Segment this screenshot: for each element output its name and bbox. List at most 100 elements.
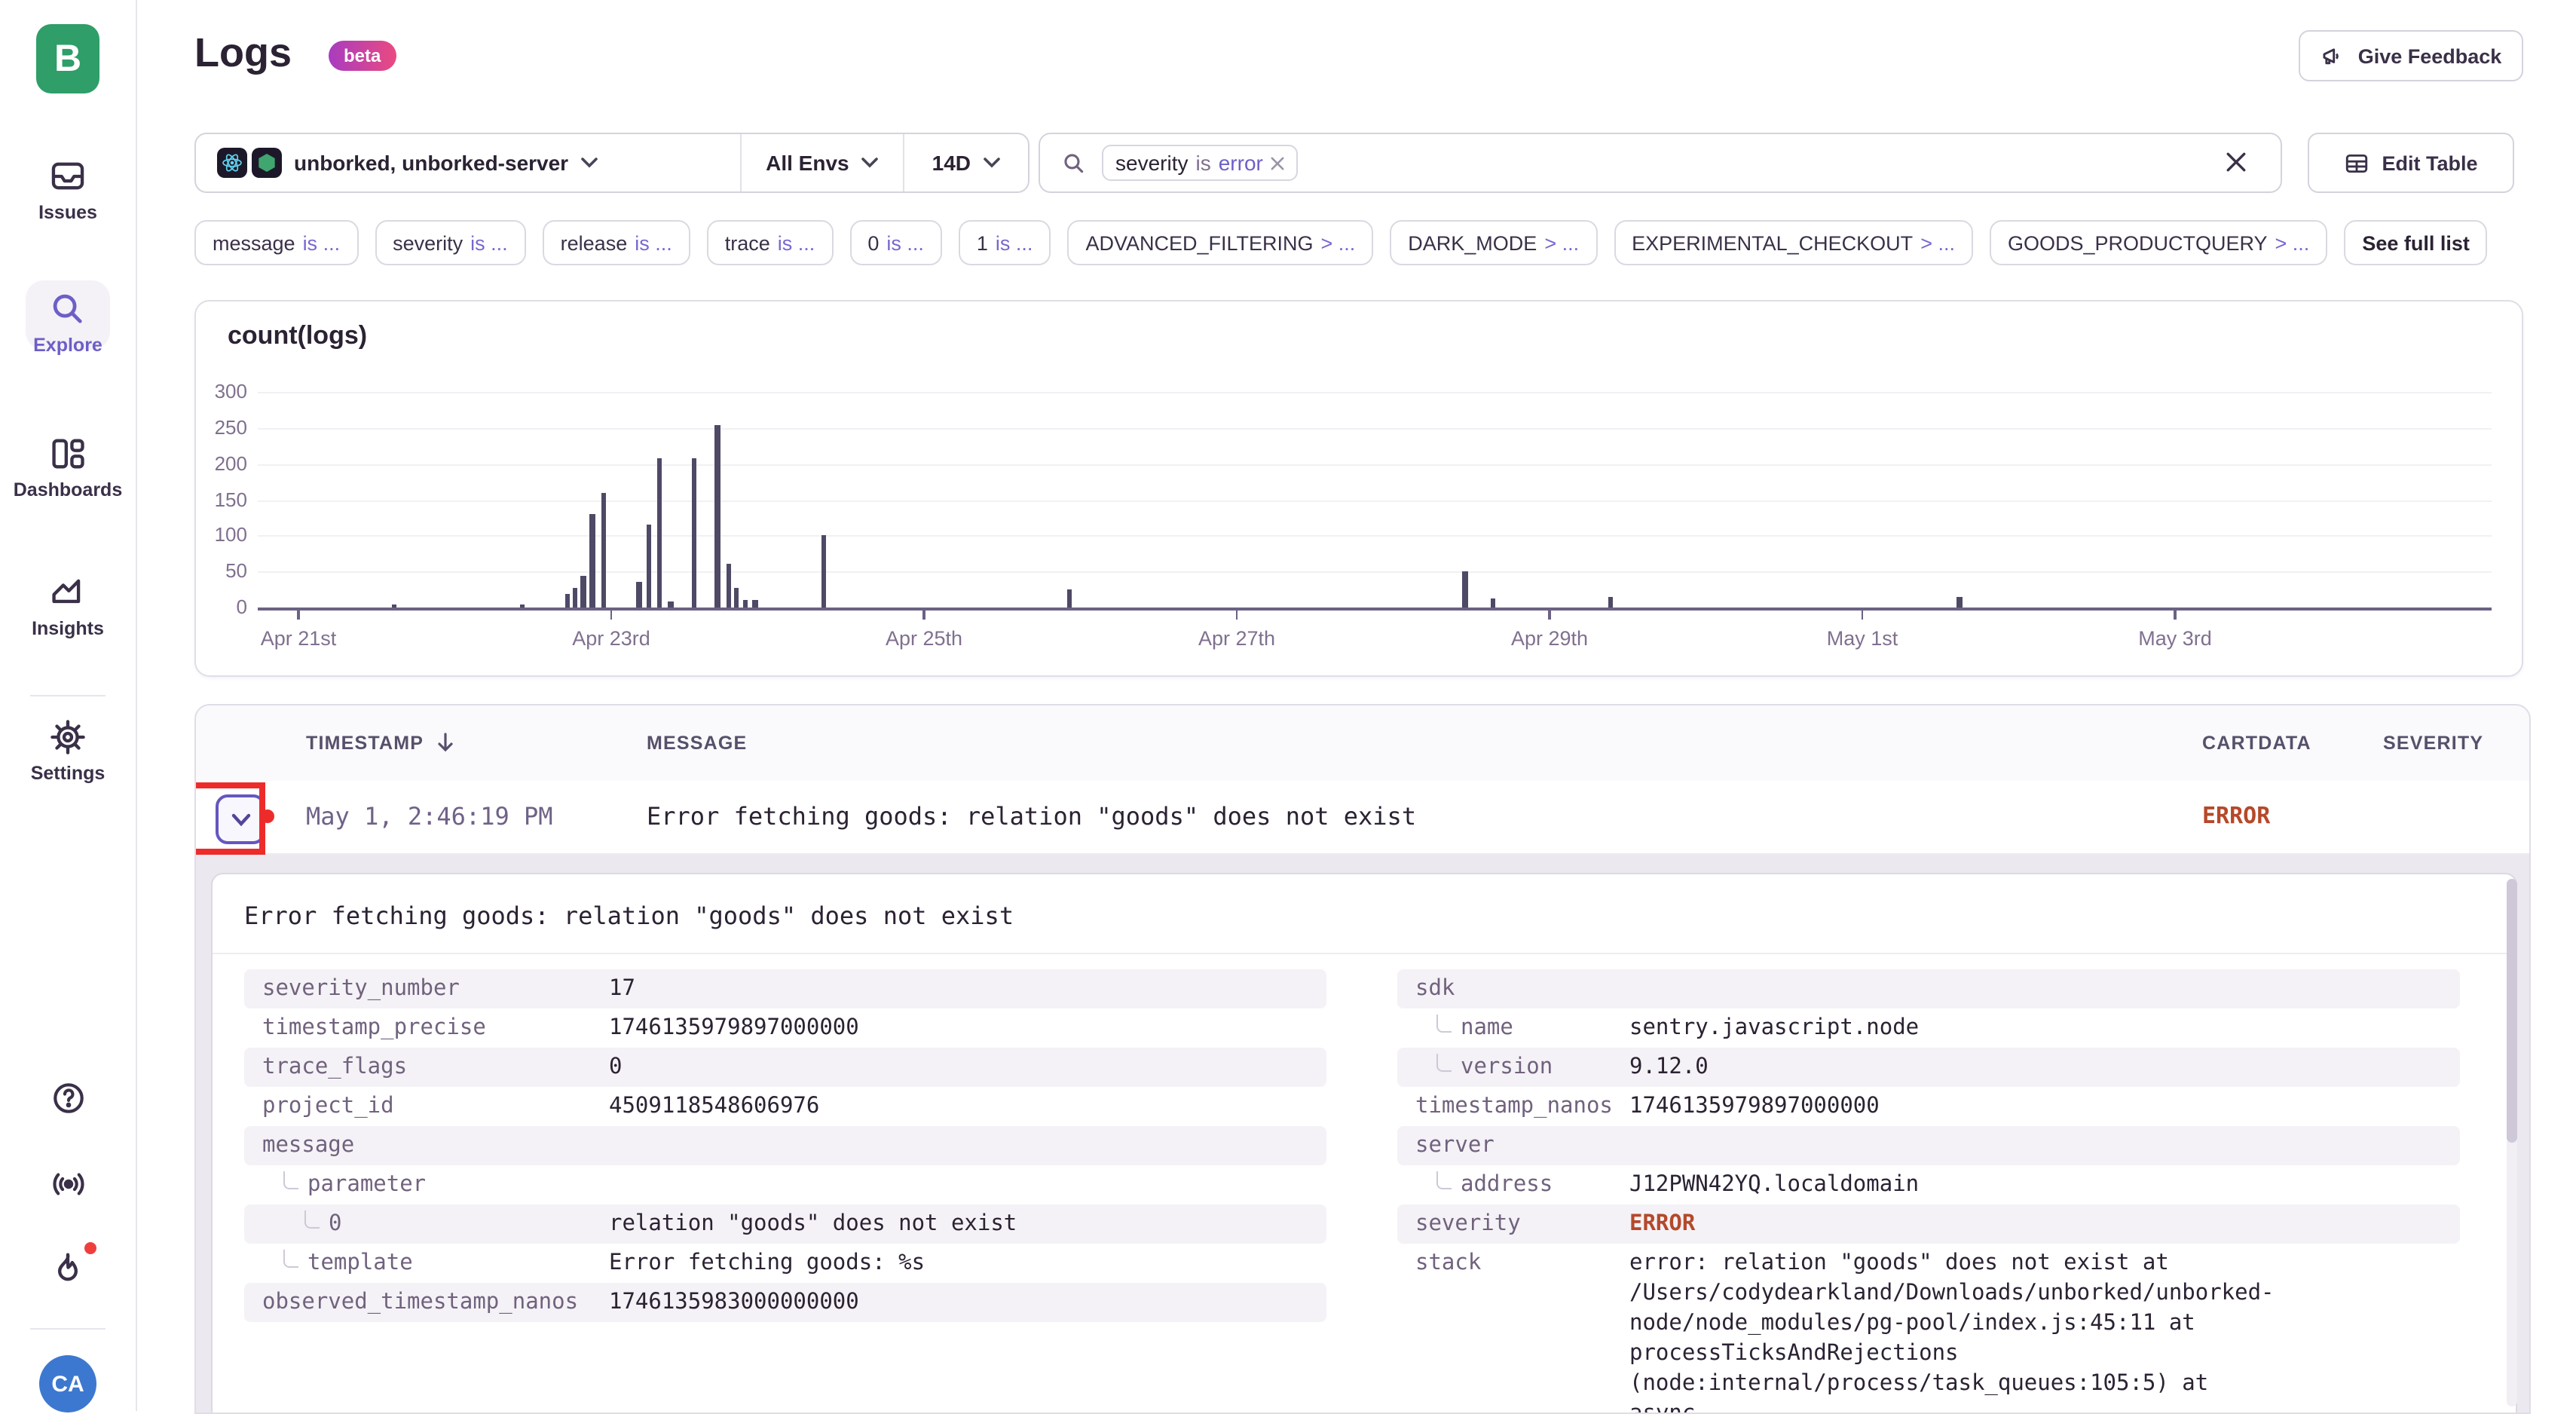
sidebar: B Issues Explore Dashboards Insights <box>0 0 137 1411</box>
table-header: TIMESTAMP MESSAGE CARTDATA SEVERITY <box>196 705 2529 782</box>
log-severity-badge: ERROR <box>2202 802 2270 829</box>
sidebar-item-issues[interactable]: Issues <box>0 157 136 223</box>
environment-selector[interactable]: All Envs <box>742 134 904 191</box>
whats-new-button[interactable] <box>0 1248 136 1287</box>
gear-icon <box>0 718 136 757</box>
column-header-severity[interactable]: SEVERITY <box>2383 733 2483 754</box>
sidebar-item-insights[interactable]: Insights <box>0 573 136 639</box>
x-axis-tick-label: Apr 29th <box>1474 627 1625 650</box>
give-feedback-button[interactable]: Give Feedback <box>2299 30 2523 81</box>
tree-elbow <box>1436 1015 1452 1033</box>
x-axis-tick <box>610 611 613 620</box>
chart-bar <box>668 601 673 608</box>
filter-chip-GOODS_PRODUCTQUERY[interactable]: GOODS_PRODUCTQUERY> ... <box>1990 220 2327 265</box>
x-axis-tick-label: Apr 23rd <box>536 627 687 650</box>
broadcast-icon <box>0 1165 136 1203</box>
tree-elbow <box>283 1171 298 1189</box>
log-search-input[interactable]: severity is error <box>1039 133 2282 193</box>
chart-title: count(logs) <box>228 321 367 351</box>
detail-row-project_id: project_id4509118548606976 <box>244 1087 1326 1126</box>
x-axis-line <box>258 608 2492 611</box>
filter-chip-DARK_MODE[interactable]: DARK_MODE> ... <box>1390 220 1597 265</box>
x-axis-tick-label: Apr 25th <box>849 627 999 650</box>
log-detail-panel: Error fetching goods: relation "goods" d… <box>211 873 2517 1414</box>
gridline <box>258 464 2492 465</box>
x-axis-tick-label: Apr 27th <box>1161 627 1312 650</box>
detail-row-template: templateError fetching goods: %s <box>244 1244 1326 1283</box>
x-axis-tick <box>1549 611 1551 620</box>
sidebar-item-explore[interactable]: Explore <box>0 289 136 356</box>
detail-row-severity: severityERROR <box>1397 1204 2460 1244</box>
column-header-timestamp[interactable]: TIMESTAMP <box>306 733 454 754</box>
detail-scrollbar-thumb[interactable] <box>2507 879 2517 1143</box>
date-range-selector[interactable]: 14D <box>905 134 1028 191</box>
gridline <box>258 500 2492 501</box>
project-selector[interactable]: unborked, unborked-server <box>196 134 740 191</box>
chart-bar <box>821 536 827 608</box>
column-header-cartdata[interactable]: CARTDATA <box>2202 733 2311 754</box>
chart-bar <box>1608 597 1613 608</box>
chart-bar <box>1462 571 1467 608</box>
chart-bar <box>691 459 696 608</box>
annotation-highlight-box <box>194 782 265 855</box>
feature-flag-chips-row: messageis ... severityis ... releaseis ...… <box>194 220 2576 265</box>
insights-icon <box>0 573 136 612</box>
tree-elbow <box>1436 1171 1452 1189</box>
logs-page: B Issues Explore Dashboards Insights <box>0 0 2576 1411</box>
chart-bar <box>580 575 586 608</box>
detail-title: Error fetching goods: relation "goods" d… <box>244 901 1014 930</box>
chart-bar <box>601 492 606 608</box>
megaphone-icon <box>2321 43 2346 69</box>
filter-chip-severity[interactable]: severityis ... <box>375 220 526 265</box>
filter-chip-trace[interactable]: traceis ... <box>707 220 834 265</box>
broadcast-button[interactable] <box>0 1165 136 1203</box>
detail-row-message: message <box>244 1126 1326 1165</box>
detail-fields-right: sdknamesentry.javascript.nodeversion9.12… <box>1397 969 2460 1414</box>
node-platform-icon <box>252 148 282 178</box>
edit-table-button[interactable]: Edit Table <box>2308 133 2514 193</box>
log-row[interactable]: May 1, 2:46:19 PM Error fetching goods: … <box>196 781 2529 855</box>
chart-bar <box>646 525 651 608</box>
project-platform-icons <box>217 148 282 178</box>
org-logo[interactable]: B <box>36 24 99 93</box>
chart-bar <box>715 426 720 608</box>
sidebar-item-dashboards[interactable]: Dashboards <box>0 434 136 500</box>
detail-divider <box>213 953 2516 954</box>
help-button[interactable] <box>0 1079 136 1117</box>
detail-row-timestamp_nanos: timestamp_nanos1746135979897000000 <box>1397 1087 2460 1126</box>
logs-count-chart: count(logs) 050100150200250300Apr 21stAp… <box>194 300 2523 677</box>
column-header-message[interactable]: MESSAGE <box>647 733 747 754</box>
chart-bar <box>743 600 748 608</box>
remove-token-icon[interactable] <box>1271 156 1284 170</box>
filter-chip-ADVANCED_FILTERING[interactable]: ADVANCED_FILTERING> ... <box>1067 220 1373 265</box>
filter-chip-release[interactable]: releaseis ... <box>543 220 690 265</box>
y-axis-tick-label: 200 <box>196 451 247 474</box>
filter-chip-message[interactable]: messageis ... <box>194 220 358 265</box>
log-message: Error fetching goods: relation "goods" d… <box>647 802 1416 831</box>
user-avatar[interactable]: CA <box>39 1355 96 1412</box>
detail-row-timestamp_precise: timestamp_precise1746135979897000000 <box>244 1008 1326 1048</box>
chart-bar <box>657 459 662 608</box>
detail-row-stack: stackerror: relation "goods" does not ex… <box>1397 1244 2460 1414</box>
detail-row-sdk: sdk <box>1397 969 2460 1008</box>
see-full-list-chip[interactable]: See full list <box>2344 220 2488 265</box>
y-axis-tick-label: 0 <box>196 595 247 618</box>
chart-bar <box>752 600 757 608</box>
issues-icon <box>0 157 136 196</box>
detail-row-version: version9.12.0 <box>1397 1048 2460 1087</box>
filter-chip-EXPERIMENTAL_CHECKOUT[interactable]: EXPERIMENTAL_CHECKOUT> ... <box>1614 220 1973 265</box>
chart-bar <box>734 587 739 608</box>
search-filter-token[interactable]: severity is error <box>1102 145 1298 181</box>
search-icon <box>0 289 136 329</box>
detail-row-parameter: parameter <box>244 1165 1326 1204</box>
beta-badge: beta <box>329 41 396 71</box>
detail-row-trace_flags: trace_flags0 <box>244 1048 1326 1087</box>
help-icon <box>0 1079 136 1117</box>
filter-chip-0[interactable]: 0is ... <box>849 220 942 265</box>
filter-chip-1[interactable]: 1is ... <box>959 220 1051 265</box>
x-axis-tick <box>1236 611 1238 620</box>
x-axis-tick <box>1862 611 1864 620</box>
sidebar-item-settings[interactable]: Settings <box>0 718 136 784</box>
y-axis-tick-label: 50 <box>196 559 247 582</box>
clear-search-icon[interactable] <box>2225 151 2247 173</box>
